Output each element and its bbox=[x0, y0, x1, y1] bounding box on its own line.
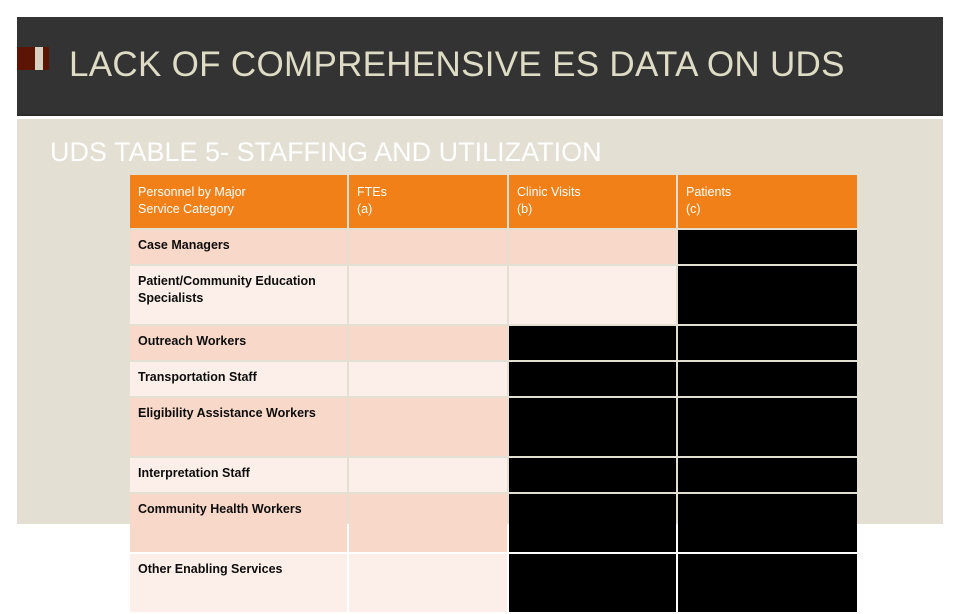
cell-ftes bbox=[349, 362, 507, 396]
cell-ftes bbox=[349, 554, 507, 612]
cell-ftes bbox=[349, 494, 507, 552]
slide-title-band: LACK OF COMPREHENSIVE ES DATA ON UDS bbox=[17, 17, 943, 116]
table-row: Community Health Workers bbox=[130, 494, 857, 552]
cell-clinic-visits bbox=[509, 266, 676, 324]
cell-patients-redacted bbox=[678, 230, 857, 264]
title-decoration-icon bbox=[17, 47, 49, 70]
cell-clinic-visits bbox=[509, 230, 676, 264]
table-row: Patient/Community Education Specialists bbox=[130, 266, 857, 324]
table-body: Case Managers Patient/Community Education… bbox=[130, 230, 857, 612]
column-header-patients: Patients (c) bbox=[678, 175, 857, 228]
title-decoration-stripe bbox=[35, 47, 43, 70]
cell-clinic-visits-redacted bbox=[509, 326, 676, 360]
table-header-row: Personnel by Major Service Category FTEs… bbox=[130, 175, 857, 228]
column-header-clinic-visits-label: Clinic Visits bbox=[517, 185, 581, 199]
cell-patients-redacted bbox=[678, 554, 857, 612]
cell-patients-redacted bbox=[678, 458, 857, 492]
column-header-ftes-label: FTEs bbox=[357, 185, 387, 199]
page-title: LACK OF COMPREHENSIVE ES DATA ON UDS bbox=[69, 45, 845, 84]
cell-patients-redacted bbox=[678, 494, 857, 552]
cell-ftes bbox=[349, 266, 507, 324]
cell-clinic-visits-redacted bbox=[509, 494, 676, 552]
cell-clinic-visits-redacted bbox=[509, 398, 676, 456]
slide-content-area: UDS TABLE 5- STAFFING AND UTILIZATION Pe… bbox=[17, 119, 943, 612]
table-row: Outreach Workers bbox=[130, 326, 857, 360]
cell-clinic-visits-redacted bbox=[509, 458, 676, 492]
column-header-clinic-visits-sub: (b) bbox=[517, 202, 533, 216]
table-header: Personnel by Major Service Category FTEs… bbox=[130, 175, 857, 228]
slide: LACK OF COMPREHENSIVE ES DATA ON UDS UDS… bbox=[0, 0, 960, 612]
cell-personnel: Eligibility Assistance Workers bbox=[130, 398, 347, 456]
cell-clinic-visits-redacted bbox=[509, 554, 676, 612]
cell-ftes bbox=[349, 458, 507, 492]
column-header-patients-label: Patients bbox=[686, 185, 732, 199]
section-subtitle: UDS TABLE 5- STAFFING AND UTILIZATION bbox=[50, 137, 602, 167]
table-row: Interpretation Staff bbox=[130, 458, 857, 492]
cell-personnel: Interpretation Staff bbox=[130, 458, 347, 492]
cell-personnel: Community Health Workers bbox=[130, 494, 347, 552]
column-header-ftes: FTEs (a) bbox=[349, 175, 507, 228]
cell-personnel: Transportation Staff bbox=[130, 362, 347, 396]
cell-personnel: Patient/Community Education Specialists bbox=[130, 266, 347, 324]
cell-patients-redacted bbox=[678, 326, 857, 360]
cell-ftes bbox=[349, 230, 507, 264]
cell-ftes bbox=[349, 398, 507, 456]
cell-personnel: Outreach Workers bbox=[130, 326, 347, 360]
column-header-patients-sub: (c) bbox=[686, 202, 701, 216]
column-header-personnel: Personnel by Major Service Category bbox=[130, 175, 347, 228]
cell-patients-redacted bbox=[678, 362, 857, 396]
table-row: Other Enabling Services bbox=[130, 554, 857, 612]
column-header-ftes-sub: (a) bbox=[357, 202, 373, 216]
cell-ftes bbox=[349, 326, 507, 360]
column-header-clinic-visits: Clinic Visits (b) bbox=[509, 175, 676, 228]
cell-patients-redacted bbox=[678, 266, 857, 324]
cell-personnel: Case Managers bbox=[130, 230, 347, 264]
cell-patients-redacted bbox=[678, 398, 857, 456]
table-row: Eligibility Assistance Workers bbox=[130, 398, 857, 456]
column-header-personnel-label: Personnel by Major bbox=[138, 185, 246, 199]
cell-personnel: Other Enabling Services bbox=[130, 554, 347, 612]
table-row: Transportation Staff bbox=[130, 362, 857, 396]
uds-table-5: Personnel by Major Service Category FTEs… bbox=[128, 173, 859, 614]
table-row: Case Managers bbox=[130, 230, 857, 264]
column-header-personnel-sub: Service Category bbox=[138, 202, 234, 216]
cell-clinic-visits-redacted bbox=[509, 362, 676, 396]
